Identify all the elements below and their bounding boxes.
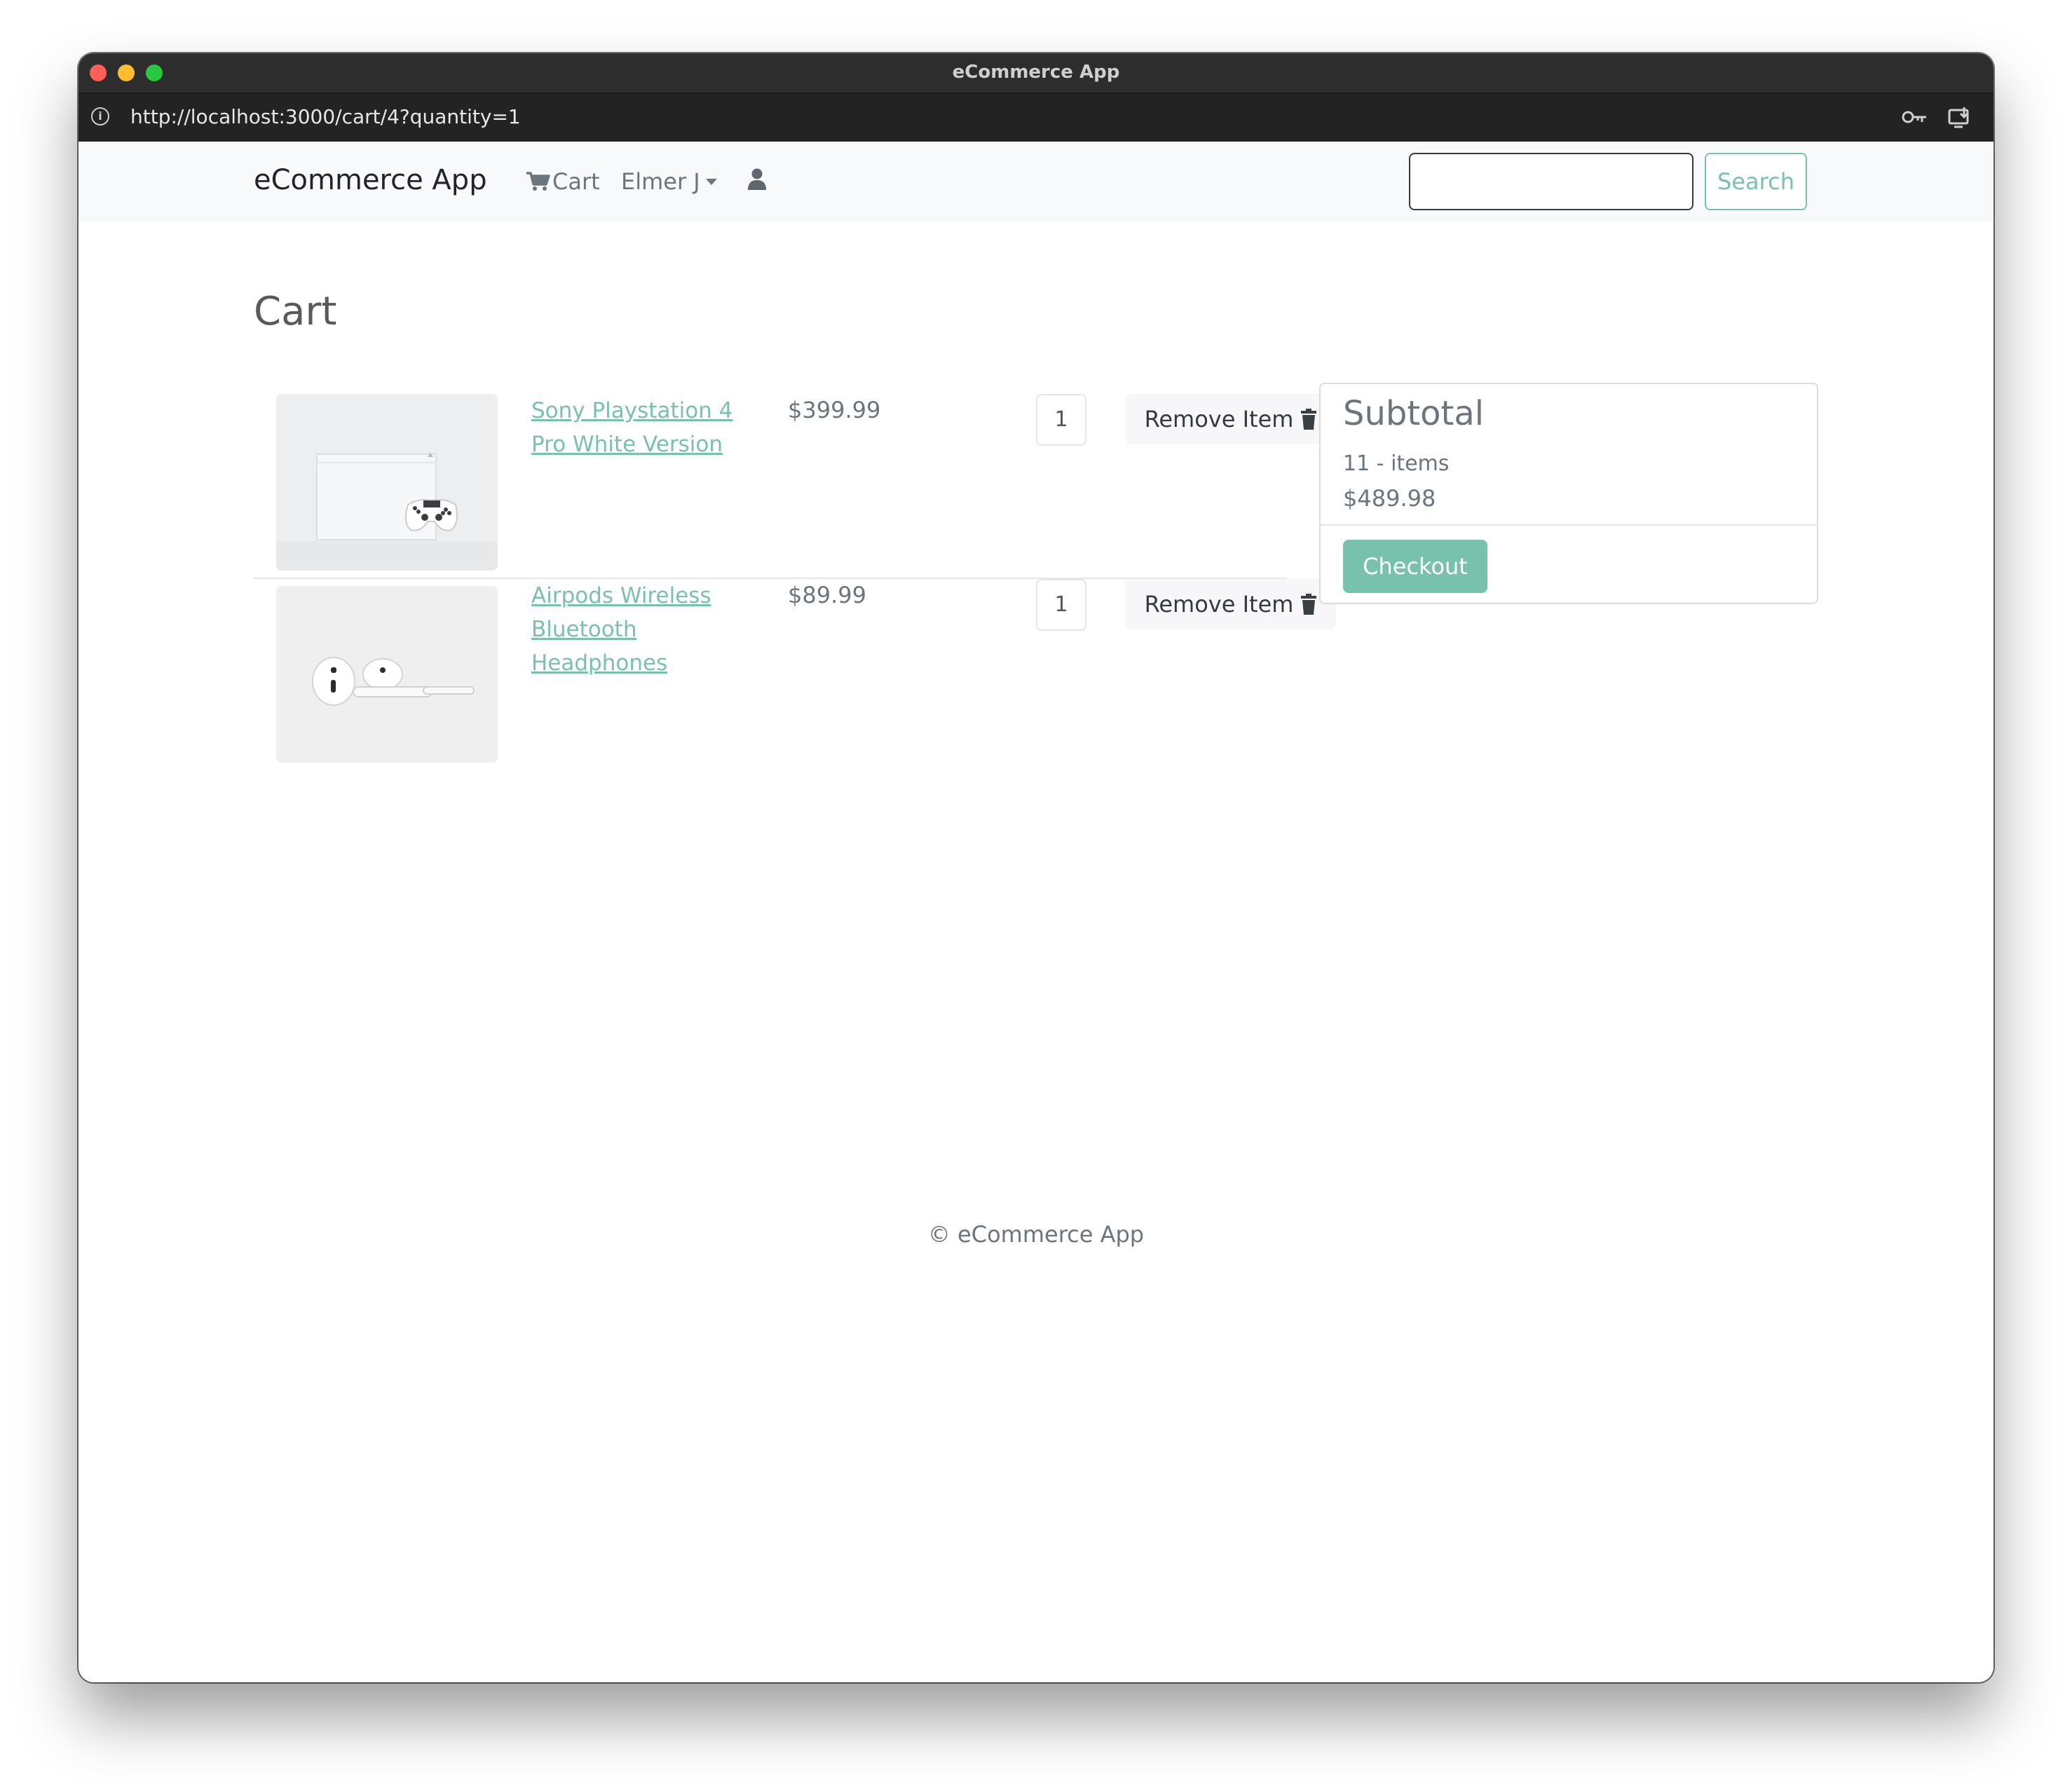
remove-item-label: Remove Item	[1144, 591, 1294, 618]
navbar: eCommerce App Cart Elmer J Search	[79, 142, 1993, 221]
cart-item-row: Airpods Wireless Bluetooth Headphones $8…	[254, 579, 1336, 775]
remove-item-button[interactable]: Remove Item	[1126, 579, 1336, 629]
browser-window: eCommerce App i http://localhost:3000/ca…	[79, 53, 1993, 1682]
page-content: eCommerce App Cart Elmer J Search Cart S…	[79, 142, 1993, 1682]
subtotal-amount: $489.98	[1343, 485, 1436, 512]
divider	[1321, 524, 1817, 526]
profile-icon[interactable]	[747, 168, 767, 193]
page-title: Cart	[254, 289, 337, 334]
product-image[interactable]	[276, 394, 498, 571]
trash-icon	[1301, 594, 1317, 615]
product-price: $399.99	[788, 397, 881, 423]
checkout-button[interactable]: Checkout	[1343, 540, 1487, 593]
product-link[interactable]: Sony Playstation 4 Pro White Version	[531, 394, 742, 461]
nav-cart-label: Cart	[552, 168, 600, 195]
subtotal-title: Subtotal	[1343, 394, 1485, 433]
cart-item-row: Sony Playstation 4 Pro White Version $39…	[254, 386, 1336, 579]
chevron-down-icon	[705, 178, 717, 185]
user-dropdown[interactable]: Elmer J	[621, 168, 717, 195]
product-image[interactable]	[276, 586, 498, 763]
window-title: eCommerce App	[952, 62, 1120, 83]
remove-item-button[interactable]: Remove Item	[1126, 394, 1336, 444]
key-icon[interactable]	[1901, 107, 1929, 130]
trash-icon	[1301, 409, 1317, 430]
search-input[interactable]	[1409, 153, 1693, 210]
product-link[interactable]: Airpods Wireless Bluetooth Headphones	[531, 579, 742, 680]
items-count: 11 - items	[1343, 451, 1450, 476]
install-app-icon[interactable]	[1947, 107, 1971, 132]
remove-item-label: Remove Item	[1144, 406, 1294, 432]
brand-link[interactable]: eCommerce App	[254, 164, 487, 196]
product-price: $89.99	[788, 582, 866, 608]
subtotal-card: Subtotal 11 - items $489.98 Checkout	[1319, 383, 1818, 604]
cart-icon	[526, 172, 550, 191]
address-bar: i http://localhost:3000/cart/4?quantity=…	[79, 94, 1993, 142]
user-name: Elmer J	[621, 168, 700, 195]
search-button[interactable]: Search	[1705, 153, 1807, 210]
nav-cart-link[interactable]: Cart	[526, 168, 600, 195]
site-info-icon[interactable]: i	[91, 107, 109, 125]
footer-copyright: © eCommerce App	[927, 1221, 1145, 1248]
quantity-select[interactable]: 1	[1036, 579, 1086, 631]
title-bar: eCommerce App	[79, 53, 1993, 94]
quantity-select[interactable]: 1	[1036, 394, 1086, 446]
url-field[interactable]: http://localhost:3000/cart/4?quantity=1	[130, 105, 521, 128]
